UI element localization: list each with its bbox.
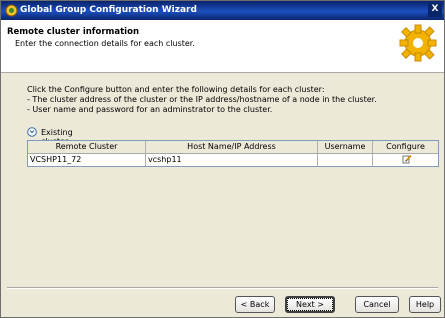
help-button[interactable]: Help: [409, 296, 441, 313]
column-header-configure[interactable]: Configure: [373, 141, 438, 153]
window-title: Global Group Configuration Wizard: [20, 5, 197, 15]
wizard-footer: < Back Next > Cancel Help: [1, 287, 444, 317]
gear-icon: [399, 24, 437, 62]
expand-circle-icon[interactable]: [27, 127, 37, 137]
remote-cluster-cell[interactable]: VCSHP11_72: [28, 154, 146, 166]
configure-cell[interactable]: [373, 154, 438, 166]
instruction-line: Click the Configure button and enter the…: [27, 85, 325, 94]
column-header-username[interactable]: Username: [318, 141, 373, 153]
title-bar[interactable]: Global Group Configuration Wizard X: [1, 1, 444, 20]
column-header-remote-cluster[interactable]: Remote Cluster: [28, 141, 146, 153]
username-cell[interactable]: [318, 154, 373, 166]
edit-icon[interactable]: [402, 154, 412, 164]
page-subtitle: Enter the connection details for each cl…: [15, 39, 195, 48]
host-cell[interactable]: vcshp11: [146, 154, 318, 166]
footer-divider: [7, 287, 438, 289]
cancel-button[interactable]: Cancel: [355, 296, 399, 313]
page-title: Remote cluster information: [7, 27, 139, 37]
cluster-table: Remote Cluster Host Name/IP Address User…: [27, 140, 439, 167]
instruction-line: - User name and password for an adminstr…: [27, 105, 273, 114]
instructions: Click the Configure button and enter the…: [27, 85, 377, 115]
wizard-window: Global Group Configuration Wizard X Remo…: [0, 0, 445, 318]
table-header-row: Remote Cluster Host Name/IP Address User…: [28, 141, 438, 154]
wizard-content: Click the Configure button and enter the…: [1, 73, 444, 273]
next-button[interactable]: Next >: [285, 296, 335, 313]
column-header-host[interactable]: Host Name/IP Address: [146, 141, 318, 153]
instruction-line: - The cluster address of the cluster or …: [27, 95, 377, 104]
table-row[interactable]: VCSHP11_72 vcshp11: [28, 154, 438, 166]
back-button[interactable]: < Back: [235, 296, 275, 313]
globe-cluster-icon: [5, 4, 18, 17]
close-button[interactable]: X: [428, 3, 442, 17]
wizard-header: Remote cluster information Enter the con…: [1, 20, 444, 73]
